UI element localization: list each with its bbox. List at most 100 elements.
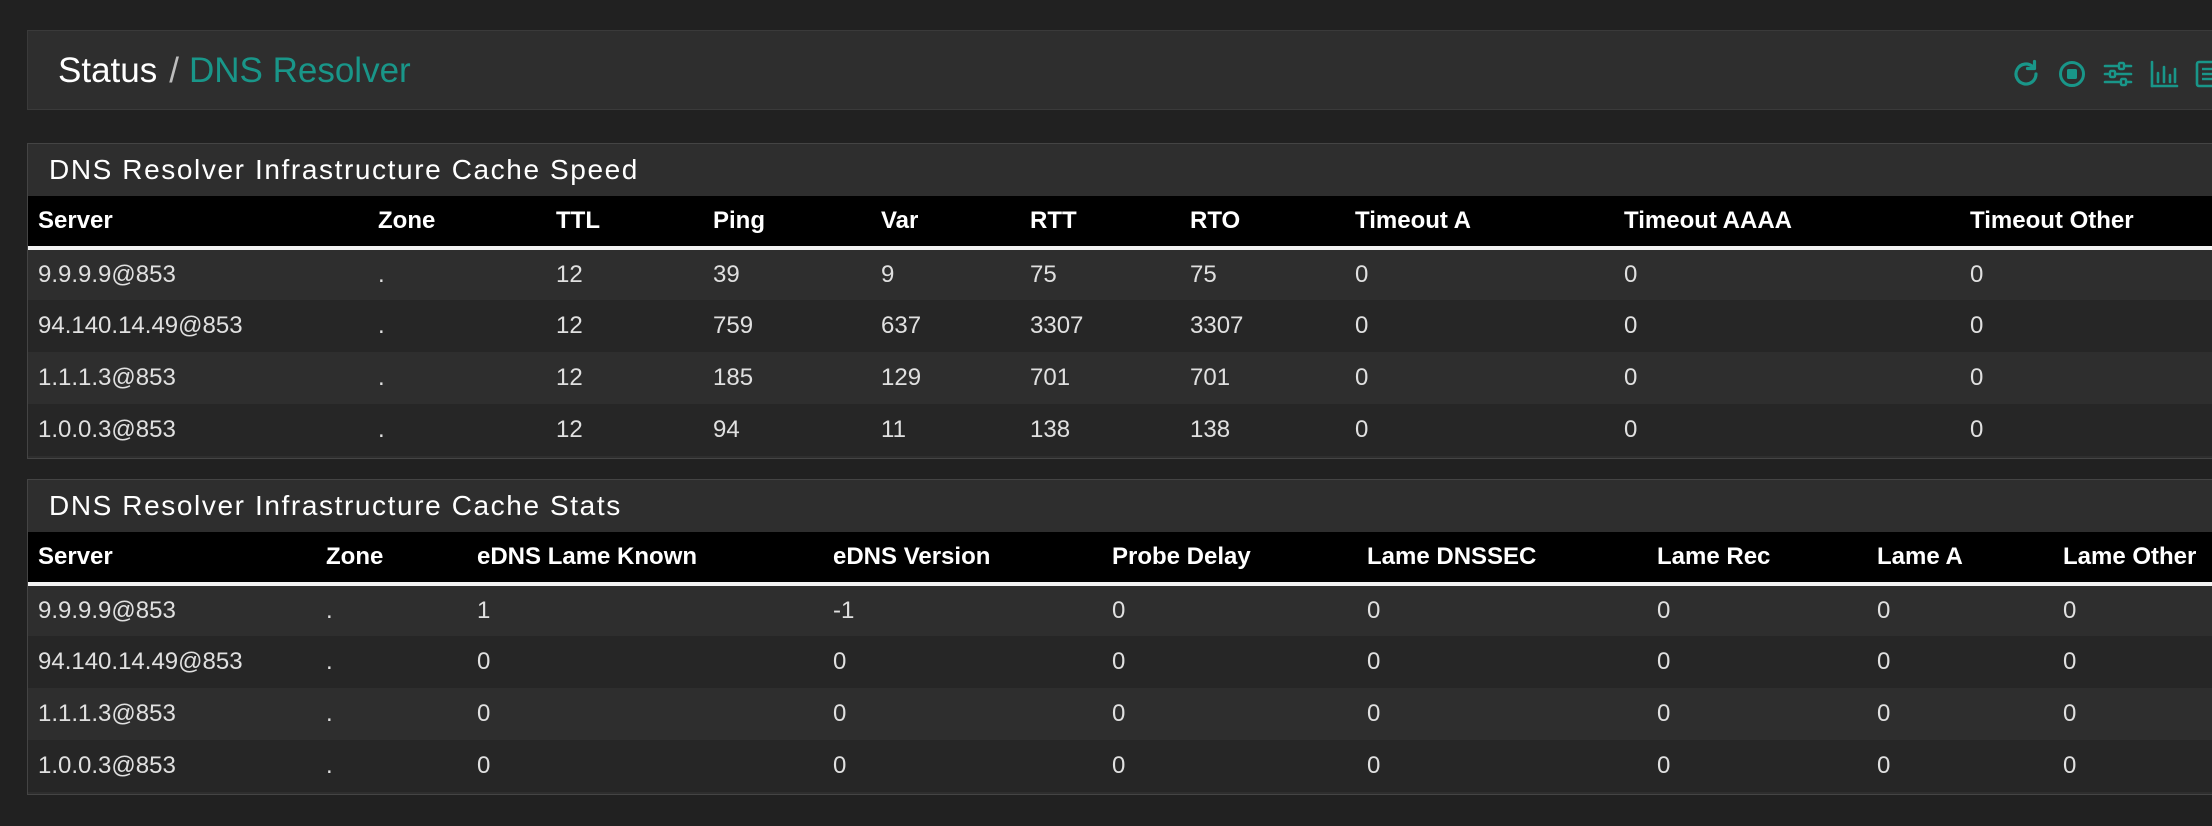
table-cell-lame-dnssec: 0 xyxy=(1367,597,1381,624)
cache-stats-column-header-edns-version: eDNS Version xyxy=(823,532,1102,586)
table-cell-timeout-aaaa: 0 xyxy=(1624,364,1638,391)
table-cell-rto: 138 xyxy=(1190,416,1231,443)
cache-stats-column-header-lame-other: Lame Other xyxy=(2053,532,2212,586)
cache-speed-column-header-timeout-other: Timeout Other xyxy=(1960,196,2212,250)
table-cell-zone: . xyxy=(326,752,333,779)
table-cell-lame-a: 0 xyxy=(1877,752,1891,779)
table-cell-lame-dnssec: 0 xyxy=(1367,648,1381,675)
cache-stats-column-header-edns-lame-known: eDNS Lame Known xyxy=(467,532,823,586)
table-cell-var: 637 xyxy=(881,312,922,339)
cache-stats-column-header-zone: Zone xyxy=(316,532,467,586)
table-cell-edns-lame-known: 0 xyxy=(477,700,491,727)
table-cell-timeout-other: 0 xyxy=(1970,312,1984,339)
table-cell-edns-lame-known: 1 xyxy=(477,597,491,624)
table-cell-lame-a: 0 xyxy=(1877,648,1891,675)
table-cell-zone: . xyxy=(378,364,385,391)
breadcrumb-status-link[interactable]: Status xyxy=(58,51,157,90)
table-cell-timeout-aaaa: 0 xyxy=(1624,261,1638,288)
table-cell-rto: 75 xyxy=(1190,261,1217,288)
table-cell-ping: 759 xyxy=(713,312,754,339)
cache-stats-column-header-lame-rec: Lame Rec xyxy=(1647,532,1867,586)
table-cell-lame-other: 0 xyxy=(2063,752,2077,779)
page-title: DNS Resolver xyxy=(188,51,411,90)
cache-stats-panel: DNS Resolver Infrastructure Cache Stats … xyxy=(27,479,2212,795)
table-row: 94.140.14.49@853. 0 0 0 0 0 0 0 xyxy=(28,636,2212,688)
cache-speed-column-header-rto: RTO xyxy=(1180,196,1345,250)
table-cell-lame-rec: 0 xyxy=(1657,597,1671,624)
table-cell-timeout-a: 0 xyxy=(1355,416,1369,443)
cache-speed-column-header-server: Server xyxy=(28,196,368,250)
breadcrumb: Status / DNS Resolver xyxy=(58,51,411,91)
table-cell-timeout-other: 0 xyxy=(1970,416,1984,443)
sliders-icon[interactable] xyxy=(2102,58,2134,90)
cache-stats-table: Server Zone eDNS Lame Known eDNS Version Pro… xyxy=(28,532,2212,792)
cache-speed-column-header-var: Var xyxy=(871,196,1020,250)
cache-speed-column-header-zone: Zone xyxy=(368,196,546,250)
breadcrumb-separator: / xyxy=(169,51,179,90)
table-cell-lame-rec: 0 xyxy=(1657,648,1671,675)
page-header: Status / DNS Resolver xyxy=(27,30,2212,110)
table-cell-lame-other: 0 xyxy=(2063,597,2077,624)
cache-speed-column-header-timeout-a: Timeout A xyxy=(1345,196,1614,250)
stop-circle-icon[interactable] xyxy=(2056,58,2088,90)
table-cell-probe-delay: 0 xyxy=(1112,597,1126,624)
header-toolbar xyxy=(2010,57,2212,91)
table-cell-edns-version: 0 xyxy=(833,752,847,779)
table-cell-server: 9.9.9.9@853 xyxy=(38,261,176,288)
table-cell-ttl: 12 xyxy=(556,416,583,443)
cache-speed-column-header-timeout-aaaa: Timeout AAAA xyxy=(1614,196,1960,250)
refresh-icon[interactable] xyxy=(2010,58,2042,90)
table-cell-lame-dnssec: 0 xyxy=(1367,700,1381,727)
table-cell-timeout-a: 0 xyxy=(1355,364,1369,391)
table-cell-rtt: 138 xyxy=(1030,416,1071,443)
table-cell-server: 94.140.14.49@853 xyxy=(38,648,243,675)
table-cell-timeout-a: 0 xyxy=(1355,312,1369,339)
cache-stats-column-header-probe-delay: Probe Delay xyxy=(1102,532,1357,586)
cache-speed-header-row: Server Zone TTL Ping Var RTT RTO Timeout A Timeo… xyxy=(28,196,2212,250)
table-cell-ping: 39 xyxy=(713,261,740,288)
table-row: 9.9.9.9@853. 1 -1 0 0 0 0 0 xyxy=(28,584,2212,636)
table-cell-edns-version: -1 xyxy=(833,597,855,624)
cache-speed-panel: DNS Resolver Infrastructure Cache Speed … xyxy=(27,143,2212,459)
cache-stats-column-header-lame-a: Lame A xyxy=(1867,532,2053,586)
table-row: 1.1.1.3@853. 0 0 0 0 0 0 0 xyxy=(28,688,2212,740)
table-cell-lame-rec: 0 xyxy=(1657,752,1671,779)
cache-stats-title: DNS Resolver Infrastructure Cache Stats xyxy=(49,490,622,521)
table-cell-server: 1.0.0.3@853 xyxy=(38,416,176,443)
table-cell-edns-version: 0 xyxy=(833,648,847,675)
bar-chart-icon[interactable] xyxy=(2148,58,2180,90)
table-cell-server: 1.0.0.3@853 xyxy=(38,752,176,779)
table-cell-rto: 701 xyxy=(1190,364,1231,391)
table-row: 1.1.1.3@853. 12 185 129 701 701 0 0 0 xyxy=(28,352,2212,404)
table-cell-lame-other: 0 xyxy=(2063,700,2077,727)
table-row: 1.0.0.3@853. 12 94 11 138 138 0 0 0 xyxy=(28,404,2212,456)
table-cell-probe-delay: 0 xyxy=(1112,648,1126,675)
table-row: 94.140.14.49@853. 12 759 637 3307 3307 0 0 0 xyxy=(28,300,2212,352)
cache-stats-header-row: Server Zone eDNS Lame Known eDNS Version Pro… xyxy=(28,532,2212,586)
table-cell-server: 94.140.14.49@853 xyxy=(38,312,243,339)
table-cell-timeout-other: 0 xyxy=(1970,261,1984,288)
table-cell-rtt: 75 xyxy=(1030,261,1057,288)
table-cell-ping: 94 xyxy=(713,416,740,443)
table-cell-zone: . xyxy=(378,416,385,443)
table-cell-probe-delay: 0 xyxy=(1112,752,1126,779)
table-cell-lame-other: 0 xyxy=(2063,648,2077,675)
table-cell-timeout-aaaa: 0 xyxy=(1624,312,1638,339)
table-cell-server: 9.9.9.9@853 xyxy=(38,597,176,624)
table-cell-zone: . xyxy=(378,312,385,339)
table-cell-var: 11 xyxy=(881,416,906,443)
table-cell-rto: 3307 xyxy=(1190,312,1244,339)
table-row: 9.9.9.9@853. 12 39 9 75 75 0 0 0 xyxy=(28,248,2212,300)
table-cell-timeout-aaaa: 0 xyxy=(1624,416,1638,443)
table-cell-lame-rec: 0 xyxy=(1657,700,1671,727)
table-cell-edns-lame-known: 0 xyxy=(477,752,491,779)
table-cell-edns-lame-known: 0 xyxy=(477,648,491,675)
table-cell-zone: . xyxy=(326,700,333,727)
table-cell-zone: . xyxy=(326,648,333,675)
cache-speed-title: DNS Resolver Infrastructure Cache Speed xyxy=(49,154,639,185)
cache-stats-column-header-server: Server xyxy=(28,532,316,586)
table-cell-timeout-a: 0 xyxy=(1355,261,1369,288)
table-cell-server: 1.1.1.3@853 xyxy=(38,364,176,391)
table-cell-ttl: 12 xyxy=(556,312,583,339)
log-list-icon[interactable] xyxy=(2194,58,2212,90)
